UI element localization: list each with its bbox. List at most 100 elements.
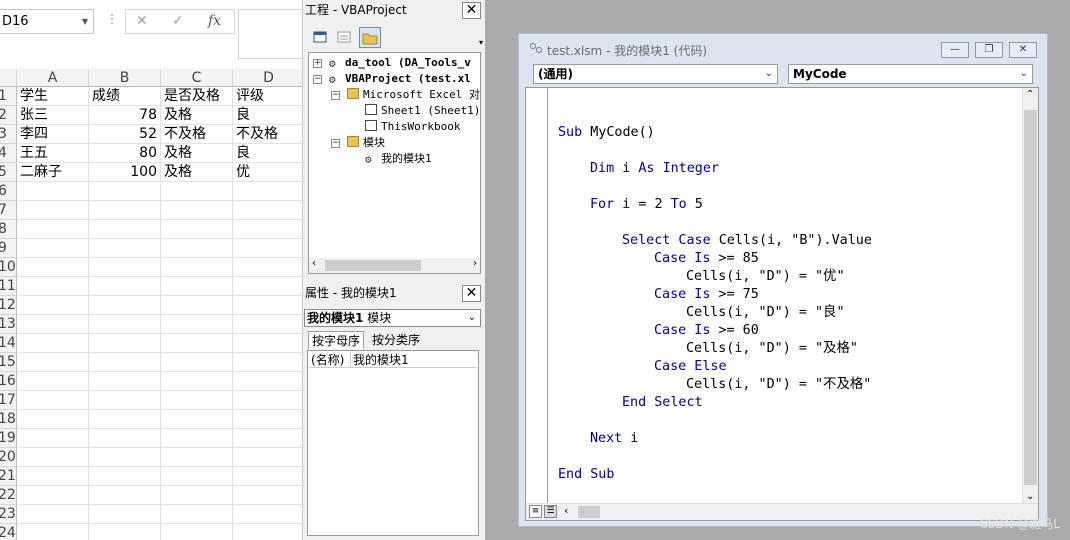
cell[interactable] bbox=[233, 182, 302, 201]
cell[interactable] bbox=[233, 296, 302, 315]
cell[interactable] bbox=[17, 467, 89, 486]
cell[interactable]: 评级 bbox=[233, 87, 302, 106]
cell[interactable] bbox=[17, 334, 89, 353]
property-grid[interactable]: (名称) 我的模块1 bbox=[307, 350, 479, 536]
code-line[interactable]: Case Is >= 75 bbox=[654, 286, 759, 304]
cell[interactable] bbox=[233, 239, 302, 258]
cell[interactable]: 张三 bbox=[17, 106, 89, 125]
code-line[interactable]: For i = 2 To 5 bbox=[590, 196, 703, 214]
cell[interactable] bbox=[17, 524, 89, 540]
horizontal-scrollbar[interactable]: ‹ › bbox=[309, 258, 480, 273]
tree-item[interactable]: ⚙ 我的模块1 bbox=[365, 151, 432, 167]
cell[interactable] bbox=[17, 448, 89, 467]
cell[interactable] bbox=[89, 353, 161, 372]
cell[interactable] bbox=[233, 429, 302, 448]
code-line[interactable]: End Sub bbox=[558, 466, 614, 484]
cell[interactable] bbox=[17, 315, 89, 334]
cell[interactable] bbox=[161, 391, 233, 410]
row-header[interactable]: 23 bbox=[0, 505, 17, 524]
cell[interactable] bbox=[161, 277, 233, 296]
code-line[interactable]: Case Is >= 60 bbox=[654, 322, 759, 340]
cell[interactable] bbox=[89, 258, 161, 277]
row-header[interactable]: 10 bbox=[0, 258, 17, 277]
cell[interactable] bbox=[89, 524, 161, 540]
cell[interactable]: 是否及格 bbox=[161, 87, 233, 106]
collapse-icon[interactable]: − bbox=[331, 139, 340, 148]
row-header[interactable]: 2 bbox=[0, 106, 17, 125]
code-line[interactable]: Dim i As Integer bbox=[590, 160, 719, 178]
margin-indicator-bar[interactable] bbox=[526, 88, 548, 504]
cell[interactable] bbox=[233, 372, 302, 391]
cell[interactable] bbox=[233, 391, 302, 410]
full-module-view-icon[interactable]: ☰ bbox=[544, 505, 557, 518]
procedure-combo[interactable]: MyCode ⌄ bbox=[788, 64, 1033, 84]
cell[interactable] bbox=[89, 448, 161, 467]
scroll-thumb[interactable] bbox=[1024, 110, 1037, 485]
tree-item[interactable]: 模块 bbox=[347, 135, 385, 151]
property-value[interactable]: 我的模块1 bbox=[353, 352, 409, 368]
code-line[interactable]: Select Case Cells(i, "B").Value bbox=[622, 232, 872, 250]
row-header[interactable]: 24 bbox=[0, 524, 17, 540]
tab-categorized[interactable]: 按分类序 bbox=[369, 331, 423, 349]
cell[interactable] bbox=[161, 486, 233, 505]
toggle-folders-icon[interactable] bbox=[359, 27, 381, 48]
cell[interactable] bbox=[17, 353, 89, 372]
chevron-down-icon[interactable]: ⌄ bbox=[765, 65, 773, 83]
formula-input[interactable] bbox=[238, 9, 302, 59]
row-header[interactable]: 8 bbox=[0, 220, 17, 239]
cell[interactable] bbox=[161, 239, 233, 258]
cell[interactable] bbox=[161, 429, 233, 448]
cell[interactable] bbox=[89, 201, 161, 220]
column-header[interactable]: C bbox=[161, 69, 233, 87]
cell[interactable] bbox=[233, 486, 302, 505]
cell[interactable] bbox=[17, 239, 89, 258]
cell[interactable] bbox=[17, 296, 89, 315]
view-code-icon[interactable] bbox=[309, 27, 331, 48]
cell[interactable] bbox=[89, 505, 161, 524]
cell[interactable] bbox=[89, 391, 161, 410]
collapse-icon[interactable]: − bbox=[331, 91, 340, 100]
row-header[interactable]: 9 bbox=[0, 239, 17, 258]
chevron-down-icon[interactable]: ⌄ bbox=[468, 310, 476, 326]
cell[interactable] bbox=[233, 353, 302, 372]
tree-item[interactable]: ⚙ da_tool (DA_Tools_v bbox=[329, 55, 471, 71]
scroll-left-icon[interactable]: ‹ bbox=[564, 504, 568, 517]
row-header[interactable]: 1 bbox=[0, 87, 17, 106]
cell[interactable]: 二麻子 bbox=[17, 163, 89, 182]
row-header[interactable]: 4 bbox=[0, 144, 17, 163]
row-header[interactable]: 6 bbox=[0, 182, 17, 201]
tree-item[interactable]: Microsoft Excel 对象 bbox=[347, 87, 480, 103]
row-header[interactable]: 11 bbox=[0, 277, 17, 296]
cell[interactable]: 王五 bbox=[17, 144, 89, 163]
cell[interactable] bbox=[17, 372, 89, 391]
code-editor[interactable]: Sub MyCode() Dim i As Integer For i = 2 To… bbox=[525, 87, 1039, 521]
scroll-down-icon[interactable]: ⌄ bbox=[1026, 491, 1034, 502]
row-header[interactable]: 19 bbox=[0, 429, 17, 448]
cell[interactable] bbox=[89, 410, 161, 429]
cell[interactable] bbox=[161, 315, 233, 334]
tree-item[interactable]: Sheet1 (Sheet1) bbox=[365, 103, 480, 119]
code-line[interactable]: Case Else bbox=[654, 358, 727, 376]
cell[interactable]: 学生 bbox=[17, 87, 89, 106]
cell[interactable] bbox=[89, 486, 161, 505]
property-row[interactable]: (名称) 我的模块1 bbox=[309, 352, 477, 368]
cell[interactable] bbox=[89, 429, 161, 448]
cell[interactable] bbox=[161, 296, 233, 315]
object-selector[interactable]: 我的模块1 模块 ⌄ bbox=[304, 309, 481, 327]
cell[interactable] bbox=[89, 220, 161, 239]
close-icon[interactable]: ✕ bbox=[1009, 42, 1037, 58]
scroll-thumb[interactable] bbox=[325, 260, 421, 271]
chevron-down-icon[interactable]: ▼ bbox=[82, 10, 88, 33]
cell[interactable] bbox=[17, 391, 89, 410]
view-object-icon[interactable] bbox=[333, 27, 355, 48]
cell[interactable] bbox=[161, 258, 233, 277]
cell[interactable] bbox=[89, 296, 161, 315]
code-line[interactable]: Next i bbox=[590, 430, 638, 448]
cell[interactable] bbox=[89, 315, 161, 334]
cell[interactable] bbox=[161, 448, 233, 467]
toolbar-overflow-icon[interactable]: ▾ bbox=[479, 38, 483, 47]
row-header[interactable]: 22 bbox=[0, 486, 17, 505]
cell[interactable]: 成绩 bbox=[89, 87, 161, 106]
cell[interactable] bbox=[17, 220, 89, 239]
cancel-icon[interactable]: ✕ bbox=[136, 13, 148, 29]
